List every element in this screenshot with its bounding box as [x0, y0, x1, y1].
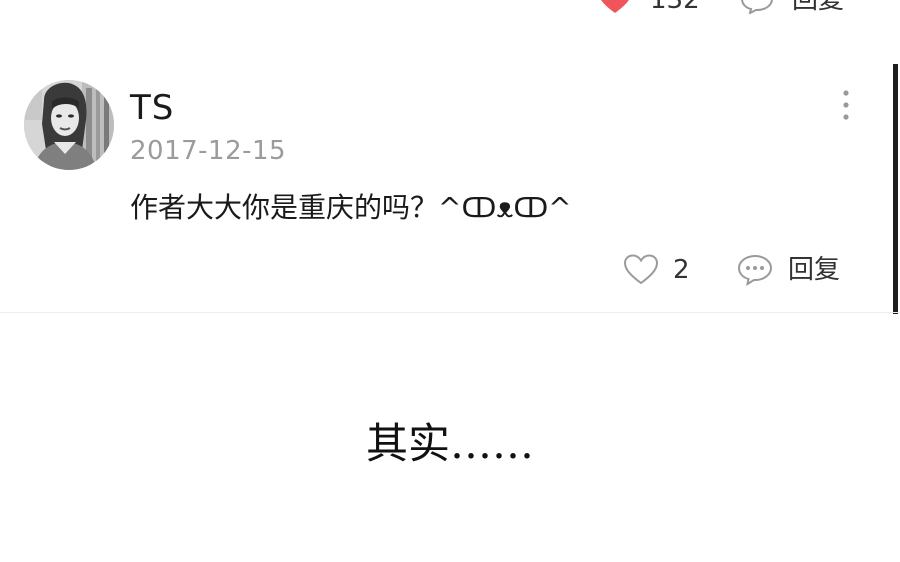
heart-filled-icon[interactable] [598, 0, 632, 14]
comment-date: 2017-12-15 [130, 136, 287, 166]
previous-comment-actions: 132 回复 [590, 0, 880, 16]
comment-username[interactable]: TS [130, 88, 174, 128]
heart-outline-icon[interactable] [623, 254, 659, 286]
comment-text: 作者大大你是重庆的吗？^ↀᴥↀ^ [130, 191, 572, 224]
previous-reply-button[interactable]: 回复 [792, 0, 844, 14]
previous-like-count: 132 [650, 0, 700, 15]
avatar-portrait-image [24, 80, 114, 170]
divider [0, 312, 900, 313]
more-vertical-icon[interactable] [834, 88, 858, 124]
page: 132 回复 TS 2017-12-15 作者大大你是重庆的吗？^ↀᴥↀ^ 2 … [0, 0, 900, 562]
comment-bubble-icon[interactable] [740, 0, 774, 14]
comment-bubble-icon[interactable] [737, 254, 773, 286]
avatar[interactable] [24, 80, 114, 170]
reply-button[interactable]: 回复 [788, 254, 840, 286]
like-count: 2 [673, 255, 690, 285]
caption-text: 其实…… [365, 419, 534, 468]
scroll-edge [893, 64, 898, 314]
